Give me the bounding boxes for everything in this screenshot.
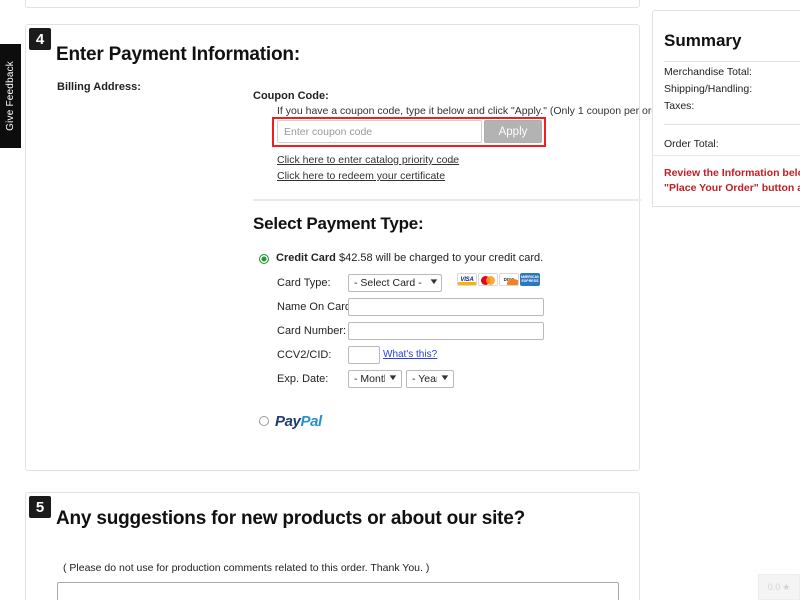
billing-address-label: Billing Address: xyxy=(57,81,141,93)
apply-coupon-button[interactable]: Apply xyxy=(484,120,542,143)
suggestions-note: ( Please do not use for production comme… xyxy=(63,562,430,574)
rating-score: 0.0 xyxy=(767,582,781,592)
whats-this-link[interactable]: What's this? xyxy=(383,349,437,360)
paypal-logo-pal: Pal xyxy=(300,413,323,430)
credit-card-charge-text: $42.58 will be charged to your credit ca… xyxy=(338,252,544,264)
exp-date-label: Exp. Date: xyxy=(277,373,329,385)
card-type-select[interactable]: - Select Card - xyxy=(348,274,442,292)
previous-section-panel xyxy=(25,0,640,8)
paypal-logo-pay: Pay xyxy=(275,413,301,430)
ccv-label: CCV2/CID: xyxy=(277,349,332,361)
exp-month-select[interactable]: - Month - xyxy=(348,370,402,388)
give-feedback-tab[interactable]: Give Feedback xyxy=(0,44,21,148)
coupon-code-input[interactable] xyxy=(277,120,482,143)
summary-title: Summary xyxy=(664,31,742,50)
coupon-help-text: If you have a coupon code, type it below… xyxy=(277,105,673,117)
summary-warning: Review the Information below, t "Place Y… xyxy=(652,155,800,208)
catalog-priority-code-link[interactable]: Click here to enter catalog priority cod… xyxy=(277,154,459,166)
credit-card-option-text: Credit Card $42.58 will be charged to yo… xyxy=(276,252,543,264)
discover-logo: DISC xyxy=(499,273,519,286)
ccv-input[interactable] xyxy=(348,346,380,364)
summary-warning-line-2: "Place Your Order" button at th xyxy=(664,182,800,195)
give-feedback-label: Give Feedback xyxy=(5,61,16,131)
suggestions-title: Any suggestions for new products or abou… xyxy=(56,508,526,529)
amex-logo: AMERICAN EXPRESS xyxy=(520,273,540,286)
page-title: Enter Payment Information: xyxy=(56,44,300,65)
summary-divider-bottom xyxy=(664,124,800,125)
name-on-card-input[interactable] xyxy=(348,298,544,316)
select-payment-type-title: Select Payment Type: xyxy=(253,214,424,233)
credit-card-label: Credit Card xyxy=(276,252,336,264)
summary-order-total: Order Total: xyxy=(664,138,719,150)
star-icon: ★ xyxy=(782,581,791,592)
name-on-card-label: Name On Card: xyxy=(277,301,355,313)
paypal-radio[interactable] xyxy=(259,416,269,426)
redeem-certificate-link[interactable]: Click here to redeem your certificate xyxy=(277,170,445,182)
visa-logo: VISA xyxy=(457,273,477,286)
checkout-page: Give Feedback 4 Enter Payment Informatio… xyxy=(0,0,800,600)
summary-row-merchandise: Merchandise Total: xyxy=(664,66,752,78)
suggestions-textarea[interactable] xyxy=(57,582,619,600)
card-type-label: Card Type: xyxy=(277,277,331,289)
rating-widget[interactable]: 0.0 ★ xyxy=(758,574,800,600)
summary-row-shipping: Shipping/Handling: xyxy=(664,83,753,95)
step-badge-5: 5 xyxy=(29,496,51,518)
paypal-logo: PayPal xyxy=(275,413,322,430)
accepted-card-logos: VISA DISC AMERICAN EXPRESS xyxy=(457,273,540,286)
card-number-input[interactable] xyxy=(348,322,544,340)
summary-divider-top xyxy=(664,61,800,62)
mastercard-logo xyxy=(478,273,498,286)
summary-row-taxes: Taxes: xyxy=(664,100,695,112)
chevron-down-icon[interactable]: ⌄ xyxy=(447,155,458,166)
credit-card-radio[interactable] xyxy=(259,254,269,264)
coupon-code-label: Coupon Code: xyxy=(253,90,329,102)
card-number-label: Card Number: xyxy=(277,325,347,337)
exp-year-select[interactable]: - Year - xyxy=(406,370,454,388)
section-divider xyxy=(253,199,641,201)
summary-warning-line-1: Review the Information below, t xyxy=(664,167,800,179)
step-badge-4: 4 xyxy=(29,28,51,50)
